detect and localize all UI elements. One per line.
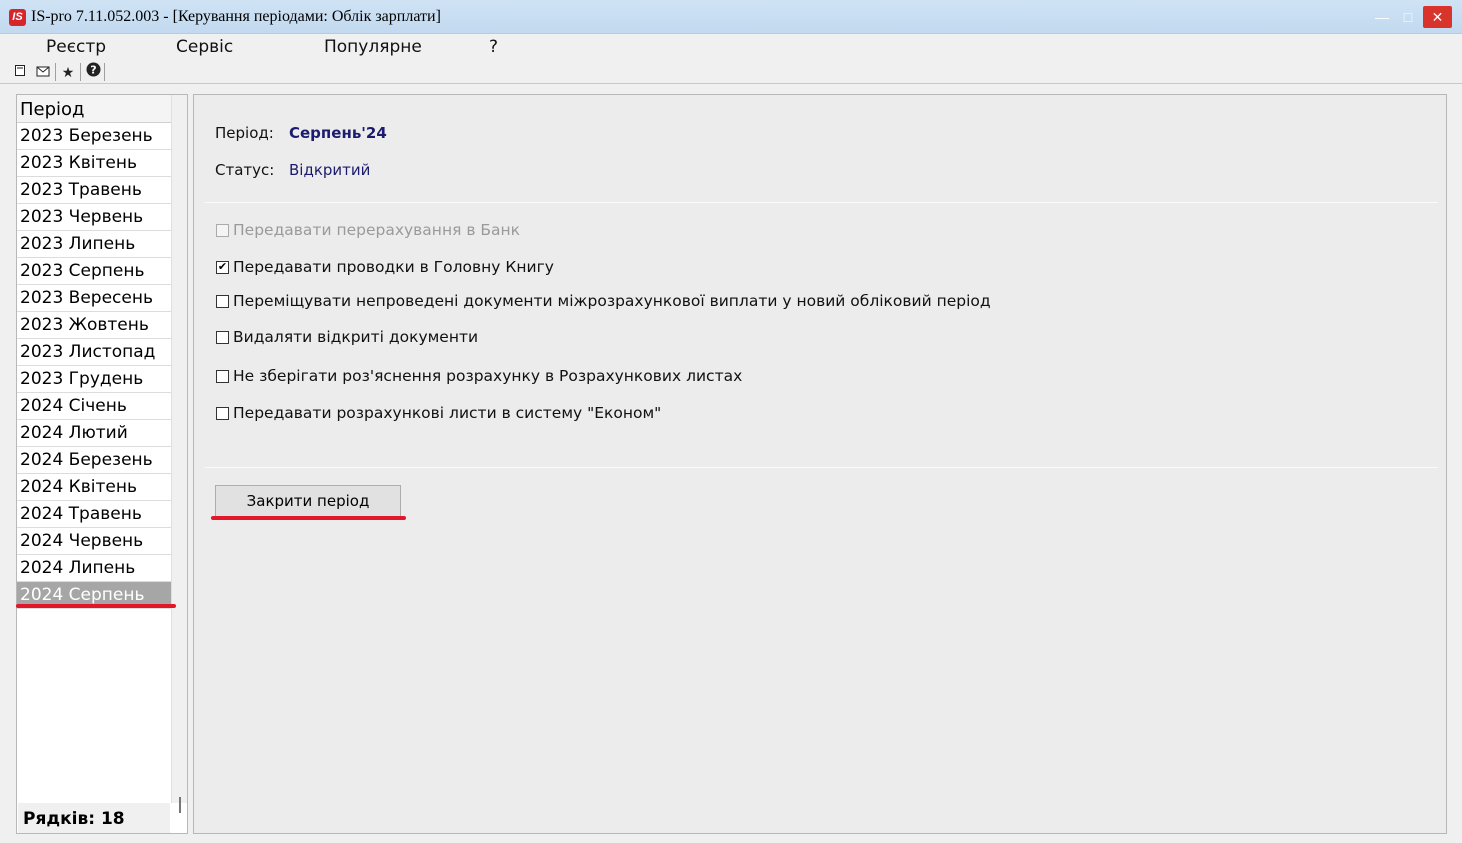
close-icon[interactable]: ✕ [1423,6,1452,28]
mail-icon[interactable] [33,62,53,82]
toolbar-separator [55,63,56,81]
help-icon[interactable]: ? [83,62,103,82]
menu-popular[interactable]: Популярне [324,37,422,57]
period-value: Серпень'24 [289,124,387,142]
window-title: IS-pro 7.11.052.003 - [Керування періода… [31,8,441,25]
period-details-panel: Період: Серпень'24 Статус: Відкритий Пер… [193,94,1447,834]
menu-service[interactable]: Сервіс [176,37,233,57]
period-row[interactable]: 2023 Травень [17,177,171,204]
vertical-scrollbar[interactable] [171,95,187,813]
period-row[interactable]: 2024 Червень [17,528,171,555]
period-list: 2023 Березень 2023 Квітень 2023 Травень 202… [17,123,171,609]
divider [204,467,1438,468]
divider [204,202,1438,203]
title-bar: IS IS-pro 7.11.052.003 - [Керування пері… [0,0,1462,34]
selected-period-highlight [16,604,176,608]
period-row[interactable]: 2023 Грудень [17,366,171,393]
period-row[interactable]: 2023 Вересень [17,285,171,312]
option-no-save-explanation-label[interactable]: Не зберігати роз'яснення розрахунку в Ро… [233,367,742,385]
document-icon[interactable] [10,62,30,82]
period-row[interactable]: 2024 Лютий [17,420,171,447]
period-list-panel: Період 2023 Березень 2023 Квітень 2023 Тра… [16,94,188,834]
period-row[interactable]: 2024 Січень [17,393,171,420]
option-transfer-to-econom-checkbox[interactable] [216,407,229,420]
option-move-unposted-docs-checkbox[interactable] [216,295,229,308]
period-row[interactable]: 2024 Квітень [17,474,171,501]
period-row[interactable]: 2024 Березень [17,447,171,474]
period-row[interactable]: 2024 Травень [17,501,171,528]
option-delete-open-docs-label[interactable]: Видаляти відкриті документи [233,328,478,346]
option-transfer-to-econom-label[interactable]: Передавати розрахункові листи в систему … [233,404,661,422]
toolbar-separator [80,63,81,81]
star-icon[interactable]: ★ [58,62,78,82]
app-logo-icon: IS [9,9,26,26]
period-row[interactable]: 2024 Липень [17,555,171,582]
option-transfer-to-bank-label: Передавати перерахування в Банк [233,221,521,239]
option-transfer-to-bank-checkbox [216,224,229,237]
toolbar-separator [104,63,105,81]
option-transfer-to-ledger-label[interactable]: Передавати проводки в Головну Книгу [233,258,554,276]
menu-help[interactable]: ? [489,37,498,57]
option-no-save-explanation-checkbox[interactable] [216,370,229,383]
close-period-button[interactable]: Закрити період [215,485,401,517]
minimize-icon[interactable]: — [1370,6,1394,28]
rows-count: Рядків: 18 [23,809,125,829]
option-move-unposted-docs-label[interactable]: Переміщувати непроведені документи міжро… [233,292,991,310]
option-delete-open-docs-checkbox[interactable] [216,331,229,344]
period-row[interactable]: 2023 Липень [17,231,171,258]
rows-count-footer: Рядків: 18 [18,803,170,833]
menu-registry[interactable]: Реєстр [46,37,106,57]
scrollbar-thumb[interactable] [179,797,181,813]
period-label: Період: [215,124,274,142]
status-label: Статус: [215,161,275,179]
menu-bar: Реєстр Сервіс Популярне ? [0,34,1462,60]
period-column-header-label: Період [20,99,85,120]
svg-text:?: ? [90,64,96,77]
close-button-highlight [211,516,406,520]
period-row[interactable]: 2023 Березень [17,123,171,150]
toolbar: ★ ? [0,60,1462,84]
period-column-header[interactable]: Період [17,95,171,123]
period-row[interactable]: 2023 Листопад [17,339,171,366]
option-transfer-to-ledger-checkbox[interactable]: ✔ [216,261,229,274]
status-value: Відкритий [289,161,371,179]
period-row[interactable]: 2023 Червень [17,204,171,231]
period-row[interactable]: 2023 Жовтень [17,312,171,339]
maximize-icon[interactable]: □ [1396,6,1420,28]
period-row[interactable]: 2023 Серпень [17,258,171,285]
period-row[interactable]: 2023 Квітень [17,150,171,177]
